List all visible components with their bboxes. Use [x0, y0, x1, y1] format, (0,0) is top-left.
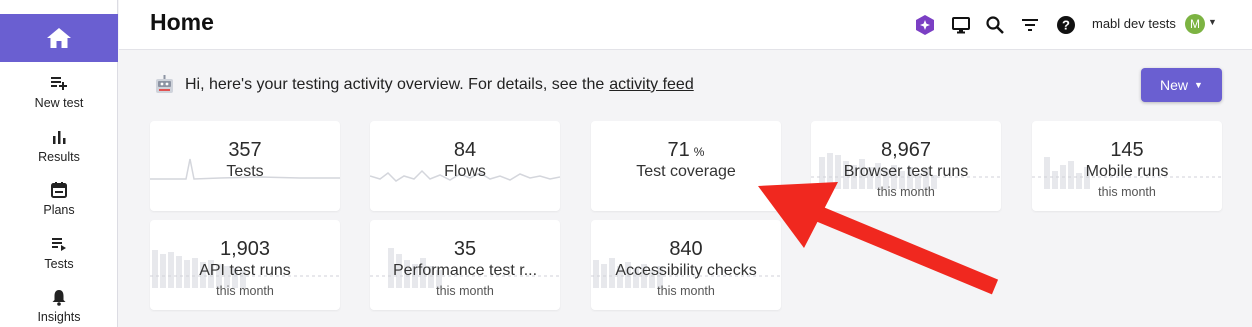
- bar-chart-icon: [53, 131, 66, 144]
- playlist-icon: [52, 238, 66, 251]
- stat-period: this month: [436, 284, 494, 298]
- home-icon: [47, 28, 71, 48]
- calendar-icon: [51, 182, 67, 198]
- annotation-arrow: [758, 182, 999, 295]
- help-icon[interactable]: ?: [1055, 14, 1077, 36]
- monitor-icon[interactable]: [950, 14, 972, 36]
- new-test-icon: [51, 77, 67, 90]
- search-icon[interactable]: [984, 14, 1006, 36]
- top-header: Home ? mabl dev tests M ▼: [119, 0, 1252, 50]
- sidebar-item-tests[interactable]: Tests: [0, 235, 118, 283]
- new-button-label: New: [1160, 77, 1189, 93]
- stat-value: 145: [1110, 139, 1144, 161]
- avatar[interactable]: M: [1185, 14, 1205, 34]
- stat-period: this month: [216, 284, 274, 298]
- stat-card-performance-test-runs[interactable]: 35 Performance test r... this month: [370, 220, 560, 310]
- sidebar-item-label: Results: [38, 150, 80, 164]
- sidebar: New test Results Plans Tests Insights: [0, 0, 118, 327]
- ai-assistant-icon[interactable]: [914, 14, 936, 36]
- caret-down-icon: ▼: [1194, 80, 1203, 90]
- stat-card-mobile-runs[interactable]: 145 Mobile runs this month: [1032, 121, 1222, 211]
- stat-label: API test runs: [199, 262, 291, 279]
- stat-label: Flows: [444, 163, 486, 180]
- stat-value: 357: [228, 139, 262, 161]
- stat-value: 35: [453, 238, 477, 260]
- stat-value: 8,967: [880, 139, 932, 161]
- bell-icon: [52, 290, 66, 306]
- sidebar-item-new-test[interactable]: New test: [0, 74, 118, 122]
- stat-period: this month: [1098, 185, 1156, 199]
- sidebar-item-home[interactable]: [0, 14, 118, 62]
- stat-card-flows[interactable]: 84 Flows: [370, 121, 560, 211]
- robot-icon: [156, 75, 173, 93]
- sidebar-item-results[interactable]: Results: [0, 128, 118, 176]
- sidebar-item-label: Insights: [37, 310, 81, 324]
- sidebar-item-label: Tests: [44, 257, 74, 271]
- stat-label: Performance test r...: [392, 262, 538, 279]
- account-name[interactable]: mabl dev tests: [1092, 16, 1176, 31]
- new-button[interactable]: New ▼: [1141, 68, 1222, 102]
- chevron-down-icon[interactable]: ▼: [1208, 17, 1217, 27]
- stat-card-api-test-runs[interactable]: 1,903 API test runs this month: [150, 220, 340, 310]
- stat-value: 71%: [667, 139, 705, 161]
- stat-label: Mobile runs: [1085, 163, 1169, 180]
- stat-label: Tests: [226, 163, 264, 180]
- welcome-text: Hi, here's your testing activity overvie…: [185, 76, 605, 93]
- stat-value: 84: [453, 139, 477, 161]
- sidebar-item-insights[interactable]: Insights: [0, 288, 118, 327]
- page-title: Home: [150, 9, 214, 35]
- svg-text:?: ?: [1062, 18, 1070, 33]
- sidebar-item-label: New test: [34, 96, 84, 110]
- sidebar-item-label: Plans: [43, 203, 75, 217]
- sidebar-item-plans[interactable]: Plans: [0, 181, 118, 229]
- activity-feed-link[interactable]: activity feed: [609, 76, 693, 94]
- welcome-message: Hi, here's your testing activity overvie…: [153, 73, 694, 97]
- stat-card-tests[interactable]: 357 Tests: [150, 121, 340, 211]
- filter-icon[interactable]: [1019, 14, 1041, 36]
- stat-value: 1,903: [219, 238, 271, 260]
